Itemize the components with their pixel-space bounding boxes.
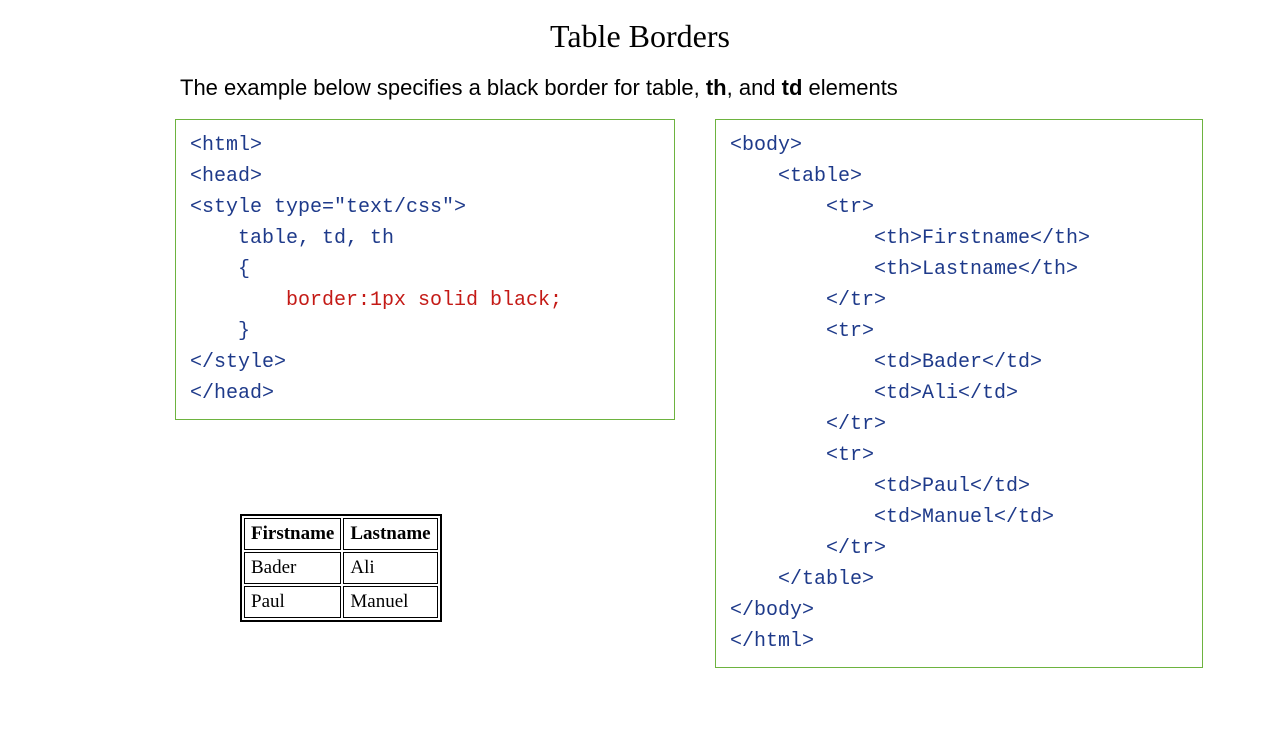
code-line: { bbox=[190, 258, 250, 281]
code-line: } bbox=[190, 320, 250, 343]
rendered-preview: Firstname Lastname Bader Ali Paul Manuel bbox=[240, 514, 442, 622]
code-line: <td>Manuel</td> bbox=[730, 506, 1054, 529]
code-line: </tr> bbox=[730, 413, 886, 436]
code-body-box: <body> <table> <tr> <th>Firstname</th> <… bbox=[715, 119, 1203, 668]
preview-cell: Manuel bbox=[343, 586, 437, 618]
code-line: <head> bbox=[190, 165, 262, 188]
code-line: table, td, th bbox=[190, 227, 394, 250]
table-row: Firstname Lastname bbox=[244, 518, 438, 550]
desc-mid: , and bbox=[727, 75, 782, 100]
code-line: <td>Paul</td> bbox=[730, 475, 1030, 498]
preview-cell: Paul bbox=[244, 586, 341, 618]
code-line: </table> bbox=[730, 568, 874, 591]
desc-prefix: The example below specifies a black bord… bbox=[180, 75, 706, 100]
desc-th: th bbox=[706, 75, 727, 100]
table-row: Bader Ali bbox=[244, 552, 438, 584]
code-line: <td>Bader</td> bbox=[730, 351, 1042, 374]
page-title: Table Borders bbox=[0, 18, 1280, 55]
code-line: <td>Ali</td> bbox=[730, 382, 1018, 405]
preview-cell: Ali bbox=[343, 552, 437, 584]
code-line: <th>Lastname</th> bbox=[730, 258, 1078, 281]
preview-header-firstname: Firstname bbox=[244, 518, 341, 550]
desc-td: td bbox=[782, 75, 803, 100]
preview-table: Firstname Lastname Bader Ali Paul Manuel bbox=[240, 514, 442, 622]
code-line: </tr> bbox=[730, 537, 886, 560]
preview-header-lastname: Lastname bbox=[343, 518, 437, 550]
code-head-box: <html> <head> <style type="text/css"> ta… bbox=[175, 119, 675, 420]
table-row: Paul Manuel bbox=[244, 586, 438, 618]
code-line: </head> bbox=[190, 382, 274, 405]
code-line: </tr> bbox=[730, 289, 886, 312]
desc-suffix: elements bbox=[802, 75, 897, 100]
code-rule: border:1px solid black; bbox=[286, 289, 562, 312]
description-text: The example below specifies a black bord… bbox=[180, 75, 1280, 101]
code-line: </style> bbox=[190, 351, 286, 374]
code-line: <tr> bbox=[730, 196, 874, 219]
code-line: <tr> bbox=[730, 444, 874, 467]
preview-cell: Bader bbox=[244, 552, 341, 584]
code-line: </html> bbox=[730, 630, 814, 653]
code-indent bbox=[190, 289, 286, 312]
code-line: <html> bbox=[190, 134, 262, 157]
code-line: <tr> bbox=[730, 320, 874, 343]
code-line: <th>Firstname</th> bbox=[730, 227, 1090, 250]
code-line: </body> bbox=[730, 599, 814, 622]
code-line: <style type="text/css"> bbox=[190, 196, 466, 219]
code-line: <table> bbox=[730, 165, 862, 188]
code-line: <body> bbox=[730, 134, 802, 157]
